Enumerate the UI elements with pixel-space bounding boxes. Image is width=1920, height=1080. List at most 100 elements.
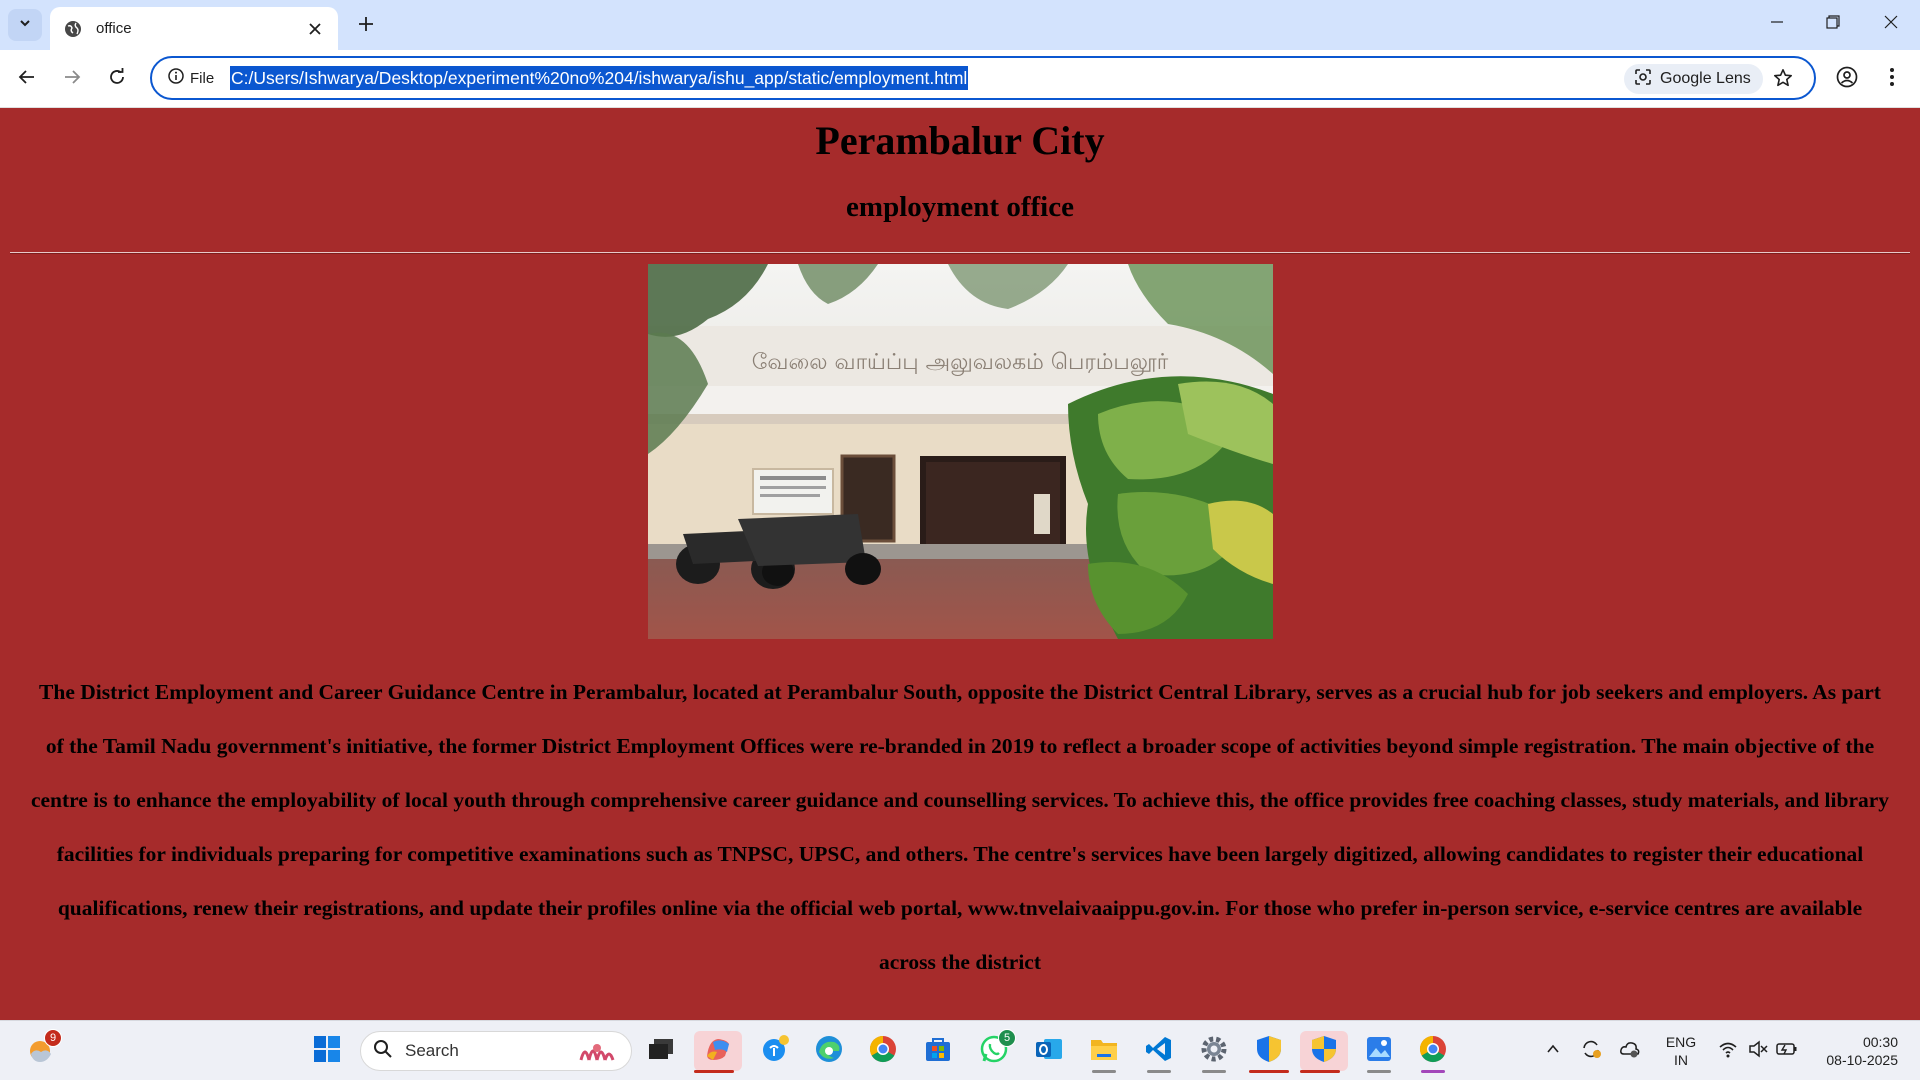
browser-toolbar: File C:/Users/Ishwarya/Desktop/experimen…: [0, 50, 1920, 108]
profile-button[interactable]: [1831, 63, 1863, 95]
restore-button[interactable]: [1804, 0, 1862, 48]
site-label: File: [190, 69, 215, 87]
close-icon: [1884, 15, 1898, 34]
file-explorer-app[interactable]: [1084, 1031, 1124, 1073]
tab-strip: office: [0, 0, 1920, 50]
store-icon: [924, 1035, 952, 1068]
task-view-button[interactable]: [641, 1031, 681, 1071]
site-info-chip[interactable]: File: [162, 65, 220, 91]
explorer-running-indicator: [1092, 1070, 1116, 1073]
wifi-tray-button[interactable]: [1713, 1031, 1743, 1071]
tab-search-button[interactable]: [8, 9, 42, 41]
bookmark-star-button[interactable]: [1770, 67, 1796, 93]
url-text[interactable]: C:/Users/Ishwarya/Desktop/experiment%20n…: [230, 66, 969, 90]
chevron-down-icon: [18, 16, 32, 35]
settings-icon: [1199, 1034, 1229, 1069]
address-bar[interactable]: File C:/Users/Ishwarya/Desktop/experimen…: [150, 56, 1816, 100]
office-building-photo: வேலை வாய்ப்பு அலுவலகம் பெரம்பலூர்: [648, 264, 1273, 639]
weather-widget[interactable]: 9: [20, 1029, 62, 1071]
show-hidden-icons-button[interactable]: [1533, 1031, 1573, 1071]
vscode-icon: [1145, 1035, 1173, 1068]
folder-icon: [1089, 1035, 1119, 1068]
photos-running-indicator: [1367, 1070, 1391, 1073]
info-icon: [168, 67, 184, 89]
chrome-active-icon: [1418, 1034, 1448, 1069]
store-app[interactable]: [918, 1031, 958, 1071]
sync-tray-button[interactable]: [1573, 1031, 1609, 1071]
chrome-app-active[interactable]: [1413, 1031, 1453, 1073]
reload-icon: [108, 67, 126, 91]
search-icon: [373, 1039, 393, 1064]
security-shield-icon: [1310, 1034, 1338, 1069]
menu-icon: [1889, 67, 1895, 92]
taskbar-search[interactable]: Search: [360, 1031, 632, 1071]
lens-icon: [1634, 68, 1652, 91]
settings-running-indicator: [1202, 1070, 1226, 1073]
copilot-icon: [703, 1034, 733, 1069]
sync-icon: [1580, 1038, 1602, 1065]
forward-icon: [63, 68, 81, 91]
tab-title: office: [96, 20, 132, 37]
volume-muted-icon: [1748, 1039, 1768, 1063]
profile-icon: [1836, 66, 1858, 93]
chrome-app[interactable]: [863, 1031, 903, 1071]
reload-button[interactable]: [101, 63, 133, 95]
language-indicator[interactable]: ENG IN: [1656, 1033, 1706, 1069]
google-lens-button[interactable]: Google Lens: [1624, 64, 1763, 94]
cloud-icon: [1619, 1038, 1641, 1065]
security-running-indicator: [1249, 1070, 1289, 1073]
whatsapp-app[interactable]: 5: [974, 1029, 1016, 1071]
security-icon: [1255, 1034, 1283, 1069]
close-window-button[interactable]: [1862, 0, 1920, 48]
vscode-running-indicator: [1147, 1070, 1171, 1073]
chrome-running-indicator: [1421, 1070, 1445, 1073]
tips-icon: [761, 1034, 791, 1069]
weather-badge: 9: [44, 1029, 62, 1047]
volume-tray-button[interactable]: [1743, 1031, 1773, 1071]
chrome-icon: [868, 1034, 898, 1069]
clock-date: 08-10-2025: [1826, 1052, 1898, 1068]
restore-icon: [1826, 14, 1840, 34]
description-paragraph: The District Employment and Career Guida…: [30, 680, 1890, 974]
globe-icon: [64, 20, 82, 38]
minimize-button[interactable]: [1748, 0, 1806, 48]
photos-icon: [1365, 1035, 1393, 1068]
new-tab-button[interactable]: [352, 12, 380, 40]
security-2-running-indicator: [1300, 1070, 1340, 1073]
forward-button[interactable]: [56, 63, 88, 95]
page-content: Perambalur City employment office வேலை வ…: [0, 109, 1920, 1020]
page-title: Perambalur City: [815, 118, 1105, 163]
task-view-icon: [648, 1038, 674, 1065]
copilot-app[interactable]: [694, 1031, 742, 1073]
battery-tray-button[interactable]: [1772, 1031, 1802, 1071]
horizontal-rule: [10, 252, 1910, 254]
security-app-2[interactable]: [1300, 1031, 1348, 1073]
battery-icon: [1776, 1041, 1798, 1062]
language-label: ENG: [1665, 1034, 1697, 1050]
windows-icon: [313, 1035, 341, 1068]
menu-button[interactable]: [1876, 63, 1908, 95]
outlook-icon: [1034, 1034, 1064, 1069]
browser-tab[interactable]: office: [50, 7, 338, 50]
copilot-running-indicator: [694, 1070, 734, 1073]
building-sign-text: வேலை வாய்ப்பு அலுவலகம் பெரம்பலூர்: [752, 350, 1169, 376]
close-tab-icon[interactable]: [304, 18, 326, 40]
outlook-app[interactable]: [1029, 1031, 1069, 1071]
tips-app[interactable]: [756, 1031, 796, 1071]
start-button[interactable]: [307, 1031, 347, 1071]
clock[interactable]: 00:30 08-10-2025: [1810, 1033, 1910, 1069]
star-icon: [1773, 68, 1793, 93]
photos-app[interactable]: [1359, 1031, 1399, 1073]
plus-icon: [358, 16, 374, 37]
cloud-tray-button[interactable]: [1612, 1031, 1648, 1071]
google-lens-label: Google Lens: [1660, 70, 1751, 87]
settings-app[interactable]: [1194, 1031, 1234, 1073]
minimize-icon: [1770, 15, 1784, 34]
wifi-icon: [1718, 1040, 1738, 1063]
back-button[interactable]: [11, 63, 43, 95]
security-app[interactable]: [1249, 1031, 1289, 1073]
back-icon: [18, 68, 36, 91]
edge-app[interactable]: [809, 1031, 849, 1071]
vscode-app[interactable]: [1139, 1031, 1179, 1073]
search-label: Search: [405, 1041, 459, 1060]
